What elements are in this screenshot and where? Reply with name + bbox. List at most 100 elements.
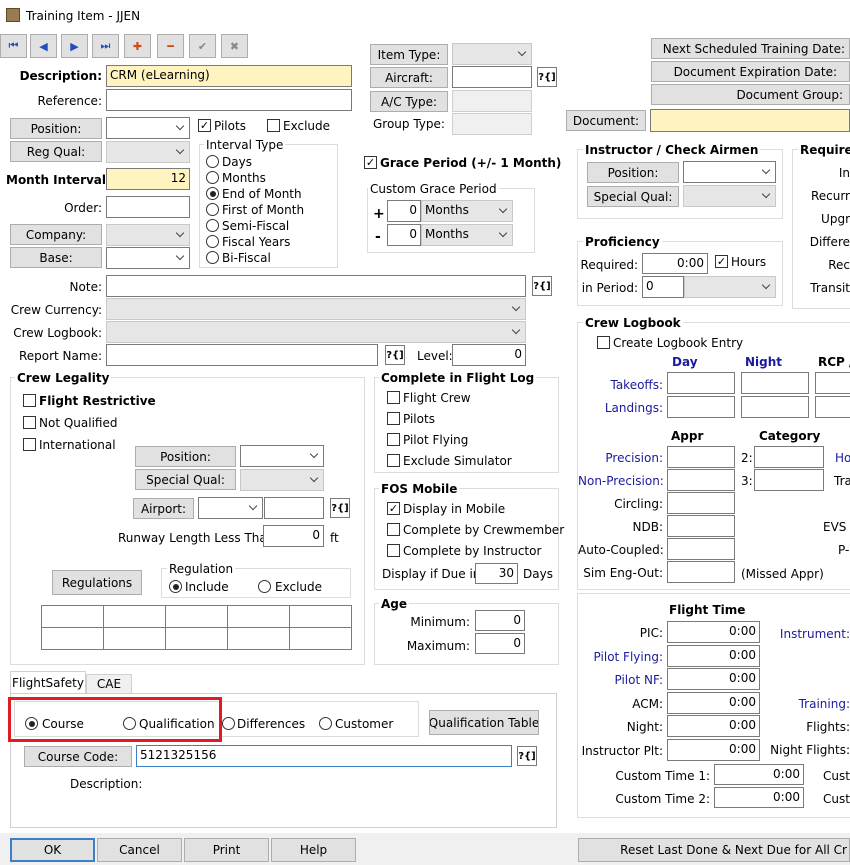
interval-option-radio[interactable] — [206, 155, 219, 168]
runway-input[interactable]: 0 — [263, 525, 324, 547]
approach-cell[interactable] — [667, 492, 735, 514]
custom-time-1-input[interactable]: 0:00 — [714, 764, 804, 785]
by-crewmember-checkbox[interactable] — [387, 523, 400, 536]
course-code-button[interactable]: Course Code: — [24, 746, 132, 767]
grace-period-checkbox[interactable]: ✓ — [364, 156, 377, 169]
takeoffs-rcp-cell[interactable] — [815, 372, 850, 394]
position-dropdown[interactable] — [106, 117, 190, 139]
takeoffs-night-cell[interactable] — [741, 372, 809, 394]
delete-record-icon[interactable]: ━ — [157, 34, 184, 58]
landings-rcp-cell[interactable] — [815, 396, 850, 418]
interval-option-radio[interactable] — [206, 203, 219, 216]
legality-special-qual-button[interactable]: Special Qual: — [135, 469, 236, 490]
qualification-table-button[interactable]: Qualification Table — [429, 710, 539, 735]
print-button[interactable]: Print — [184, 838, 269, 862]
flight-log-checkbox[interactable] — [387, 412, 400, 425]
regulation-grid-cell[interactable] — [41, 627, 104, 650]
cat3-cell[interactable] — [754, 469, 824, 491]
international-checkbox[interactable] — [23, 438, 36, 451]
reference-input[interactable] — [106, 89, 352, 111]
level-input[interactable]: 0 — [452, 344, 526, 366]
cancel-edit-icon[interactable]: ✖ — [221, 34, 248, 58]
reg-qual-dropdown[interactable] — [106, 141, 190, 163]
document-button[interactable]: Document: — [566, 110, 646, 131]
approach-cell[interactable] — [667, 446, 735, 468]
report-lookup-icon[interactable]: ?{] — [385, 345, 405, 365]
prev-record-icon[interactable]: ◀ — [30, 34, 57, 58]
month-interval-input[interactable]: 12 — [106, 168, 190, 190]
landings-night-cell[interactable] — [741, 396, 809, 418]
ok-button[interactable]: OK — [10, 838, 95, 862]
instructor-position-button[interactable]: Position: — [587, 162, 679, 183]
interval-option-radio[interactable] — [206, 219, 219, 232]
exclude-checkbox[interactable] — [267, 119, 280, 132]
regulation-grid-cell[interactable] — [41, 605, 104, 628]
course-code-input[interactable]: 5121325156 — [136, 745, 512, 767]
in-period-unit-dropdown[interactable] — [684, 276, 776, 298]
company-button[interactable]: Company: — [10, 224, 102, 245]
last-record-icon[interactable]: ⏭ — [92, 34, 119, 58]
document-input[interactable] — [650, 109, 850, 132]
interval-option-radio[interactable] — [206, 251, 219, 264]
regulation-grid-cell[interactable] — [165, 605, 228, 628]
regulation-grid-cell[interactable] — [227, 605, 290, 628]
company-dropdown[interactable] — [106, 224, 190, 246]
regulation-grid-cell[interactable] — [103, 627, 166, 650]
report-name-input[interactable] — [106, 344, 378, 366]
flight-log-checkbox[interactable] — [387, 454, 400, 467]
regulation-include-radio[interactable] — [169, 580, 182, 593]
flight-time-row-input[interactable]: 0:00 — [667, 691, 760, 714]
takeoffs-day-cell[interactable] — [667, 372, 735, 394]
aircraft-lookup-icon[interactable]: ?{] — [537, 67, 557, 87]
airport-lookup-icon[interactable]: ?{] — [330, 498, 350, 518]
interval-option-radio[interactable] — [206, 235, 219, 248]
flight-time-row-input[interactable]: 0:00 — [667, 644, 760, 667]
flight-time-row-input[interactable]: 0:00 — [667, 738, 760, 761]
approach-cell[interactable] — [667, 469, 735, 491]
flight-time-row-input[interactable]: 0:00 — [667, 715, 760, 737]
airport-input[interactable] — [264, 497, 324, 519]
flight-time-row-input[interactable]: 0:00 — [667, 621, 760, 643]
add-record-icon[interactable]: ✚ — [124, 34, 151, 58]
regulation-grid-cell[interactable] — [289, 627, 352, 650]
next-record-icon[interactable]: ▶ — [61, 34, 88, 58]
landings-day-cell[interactable] — [667, 396, 735, 418]
note-input[interactable] — [106, 275, 526, 297]
instructor-special-qual-button[interactable]: Special Qual: — [587, 186, 679, 207]
not-qualified-checkbox[interactable] — [23, 416, 36, 429]
interval-option-radio[interactable] — [206, 187, 219, 200]
by-instructor-checkbox[interactable] — [387, 544, 400, 557]
age-maximum-input[interactable]: 0 — [475, 633, 525, 654]
item-type-button[interactable]: Item Type: — [370, 44, 448, 65]
regulation-grid-cell[interactable] — [227, 627, 290, 650]
crew-currency-dropdown[interactable] — [106, 298, 526, 320]
grace-plus-unit-dropdown[interactable]: Months — [421, 200, 513, 222]
in-period-input[interactable]: 0 — [642, 276, 684, 298]
first-record-icon[interactable]: ⏮ — [0, 34, 27, 58]
regulation-exclude-radio[interactable] — [258, 580, 271, 593]
crew-logbook-dropdown[interactable] — [106, 321, 526, 343]
display-due-input[interactable]: 30 — [475, 563, 518, 584]
pilots-checkbox[interactable]: ✓ — [198, 119, 211, 132]
regulation-grid-cell[interactable] — [165, 627, 228, 650]
legality-position-dropdown[interactable] — [240, 445, 324, 467]
doc-expiration-button[interactable]: Document Expiration Date: — [651, 61, 850, 82]
flight-log-checkbox[interactable] — [387, 433, 400, 446]
approach-cell[interactable] — [667, 538, 735, 560]
instructor-special-qual-dropdown[interactable] — [683, 185, 776, 207]
aircraft-input[interactable] — [452, 66, 532, 88]
create-logbook-entry-checkbox[interactable] — [597, 336, 610, 349]
cancel-button[interactable]: Cancel — [97, 838, 182, 862]
tab-cae[interactable]: CAE — [86, 674, 132, 694]
age-minimum-input[interactable]: 0 — [475, 610, 525, 631]
order-input[interactable] — [106, 196, 190, 218]
confirm-icon[interactable]: ✔ — [189, 34, 216, 58]
course-code-lookup-icon[interactable]: ?{] — [517, 746, 537, 766]
regulations-button[interactable]: Regulations — [52, 570, 142, 595]
differences-radio[interactable] — [222, 717, 235, 730]
help-button[interactable]: Help — [271, 838, 356, 862]
doc-group-button[interactable]: Document Group: — [651, 84, 850, 105]
next-training-date-button[interactable]: Next Scheduled Training Date: — [651, 38, 850, 59]
custom-time-2-input[interactable]: 0:00 — [714, 787, 804, 808]
interval-option-radio[interactable] — [206, 171, 219, 184]
